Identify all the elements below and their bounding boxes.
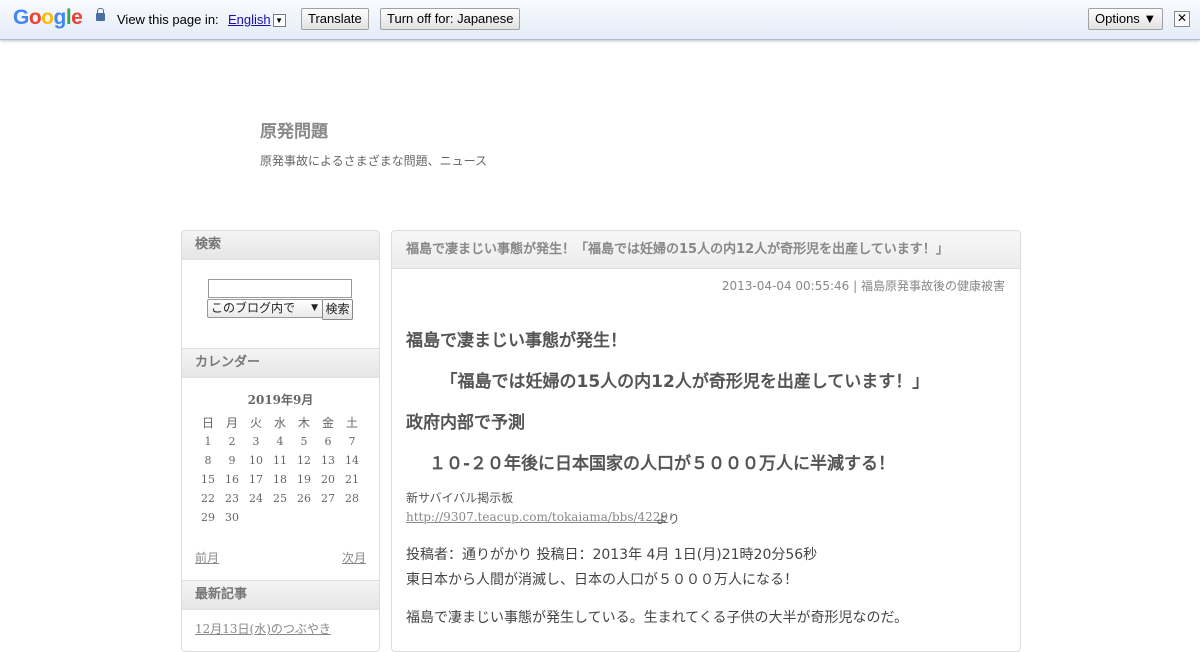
calendar-prev-month-link[interactable]: 前月: [195, 549, 219, 566]
calendar-day: 5: [300, 435, 308, 448]
article-title[interactable]: 福島で凄まじい事態が発生！「福島では妊婦の15人の内12人が奇形児を出産していま…: [392, 231, 1020, 269]
calendar-day: [292, 508, 316, 527]
calendar-next-month-link[interactable]: 次月: [342, 549, 366, 566]
calendar-day: 18: [273, 473, 287, 486]
calendar-heading: カレンダー: [182, 348, 379, 378]
logo-letter: g: [53, 6, 67, 29]
calendar-day: 23: [225, 492, 239, 505]
search-scope-value: このブログ内で: [211, 301, 296, 315]
article-date: 2013-04-04 00:55:46: [721, 279, 850, 293]
calendar-day: 8: [204, 454, 212, 467]
calendar-day: 15: [201, 473, 215, 486]
turn-off-button[interactable]: Turn off for: Japanese: [380, 8, 521, 30]
view-in-label: View this page in:: [117, 12, 219, 27]
calendar-grid: 日 月 火 水 木 金 土 1 2 3 4 5 6 7 8 9 10 11 12…: [196, 413, 364, 527]
calendar-day: 4: [276, 435, 284, 448]
calendar-day: 10: [249, 454, 263, 467]
post-line: 投稿者：通りがかり 投稿日：2013年 4月 1日(月)21時20分56秒: [406, 547, 818, 563]
recent-posts-heading: 最新記事: [182, 580, 379, 610]
search-button[interactable]: 検索: [322, 299, 353, 320]
calendar-day: 25: [273, 492, 287, 505]
calendar-day: [244, 508, 268, 527]
source-label: 新サバイバル掲示板: [406, 491, 514, 505]
logo-letter: o: [41, 6, 54, 29]
article-headline: 政府内部で予測: [406, 413, 525, 433]
options-button[interactable]: Options ▼: [1088, 8, 1164, 30]
dropdown-arrow-icon: ▼: [311, 303, 318, 313]
calendar-day: 7: [348, 435, 356, 448]
weekday-label: 水: [273, 416, 286, 430]
calendar-day: [268, 508, 292, 527]
weekday-label: 金: [321, 416, 334, 430]
lock-icon: [96, 8, 105, 21]
calendar-day: 13: [321, 454, 335, 467]
calendar-day: [316, 508, 340, 527]
calendar-day: 16: [225, 473, 239, 486]
calendar-day: 11: [273, 454, 287, 467]
logo-letter: o: [28, 6, 42, 29]
calendar-day: 28: [345, 492, 359, 505]
article-meta: 2013-04-04 00:55:46 | 福島原発事故後の健康被害: [722, 277, 1005, 294]
calendar-day: 27: [321, 492, 335, 505]
sidebar: 検索 このブログ内で ▼ 検索 カレンダー 2019年9月 日 月 火 水 木 金…: [181, 230, 380, 652]
calendar-day: 14: [345, 454, 359, 467]
calendar-widget: 2019年9月 日 月 火 水 木 金 土 1 2 3 4 5 6 7 8 9 …: [182, 378, 379, 580]
calendar-day: 22: [201, 492, 215, 505]
calendar-day: 30: [225, 511, 239, 524]
calendar-day: 1: [204, 435, 212, 448]
source-link[interactable]: http://9307.teacup.com/tokaiama/bbs/4229: [406, 510, 668, 524]
weekday-label: 土: [345, 416, 358, 430]
search-input[interactable]: [208, 279, 352, 298]
weekday-label: 日: [201, 416, 214, 430]
source-suffix: より: [656, 512, 680, 526]
blog-title[interactable]: 原発問題: [260, 117, 328, 142]
search-scope-select[interactable]: このブログ内で ▼: [207, 299, 323, 318]
google-logo: Google: [13, 6, 83, 30]
language-value: English: [228, 12, 271, 27]
calendar-day: 2: [228, 435, 236, 448]
calendar-day: 12: [297, 454, 311, 467]
article-category-link[interactable]: 福島原発事故後の健康被害: [861, 279, 1005, 293]
logo-letter: e: [71, 6, 83, 29]
meta-separator: |: [849, 279, 861, 293]
translate-button[interactable]: Translate: [301, 8, 369, 30]
calendar-day: 21: [345, 473, 359, 486]
calendar-month: 2019年9月: [247, 393, 314, 407]
calendar-day: 9: [228, 454, 236, 467]
calendar-day: 6: [324, 435, 332, 448]
post-line: 福島で凄まじい事態が発生している。生まれてくる子供の大半が奇形児なのだ。: [406, 610, 909, 626]
close-icon[interactable]: ✕: [1174, 11, 1190, 27]
dropdown-arrow-icon: ▼: [272, 14, 286, 27]
blog-description: 原発事故によるさまざまな問題、ニュース: [260, 154, 488, 168]
logo-letter: G: [13, 6, 29, 29]
article-headline: 福島で凄まじい事態が発生！: [406, 331, 627, 351]
article-headline: 「福島では妊婦の15人の内12人が奇形児を出産しています！」: [432, 372, 930, 392]
search-widget: このブログ内で ▼ 検索: [182, 260, 379, 348]
calendar-day: 3: [252, 435, 260, 448]
calendar-day: 20: [321, 473, 335, 486]
recent-post-link[interactable]: 12月13日(水)のつぶやき: [195, 620, 331, 637]
weekday-label: 火: [249, 416, 262, 430]
post-line: 東日本から人間が消滅し、日本の人口が５０００万人になる！: [406, 572, 798, 588]
recent-posts-widget: 12月13日(水)のつぶやき: [182, 610, 379, 651]
translate-bar: Google View this page in: English ▼ Trans…: [0, 0, 1200, 40]
article: 福島で凄まじい事態が発生！ 「福島では妊婦の15人の内12人が奇形児を出産していま…: [391, 230, 1021, 652]
calendar-day: 24: [249, 492, 263, 505]
search-heading: 検索: [182, 231, 379, 260]
calendar-day: 17: [249, 473, 263, 486]
article-headline: １０-２０年後に日本国家の人口が５０００万人に半減する！: [412, 454, 896, 474]
calendar-day: [340, 508, 364, 527]
language-select[interactable]: English ▼: [228, 12, 286, 27]
calendar-day: 19: [297, 473, 311, 486]
calendar-day: 29: [201, 511, 215, 524]
calendar-day: 26: [297, 492, 311, 505]
weekday-label: 木: [297, 416, 310, 430]
weekday-label: 月: [225, 416, 238, 430]
